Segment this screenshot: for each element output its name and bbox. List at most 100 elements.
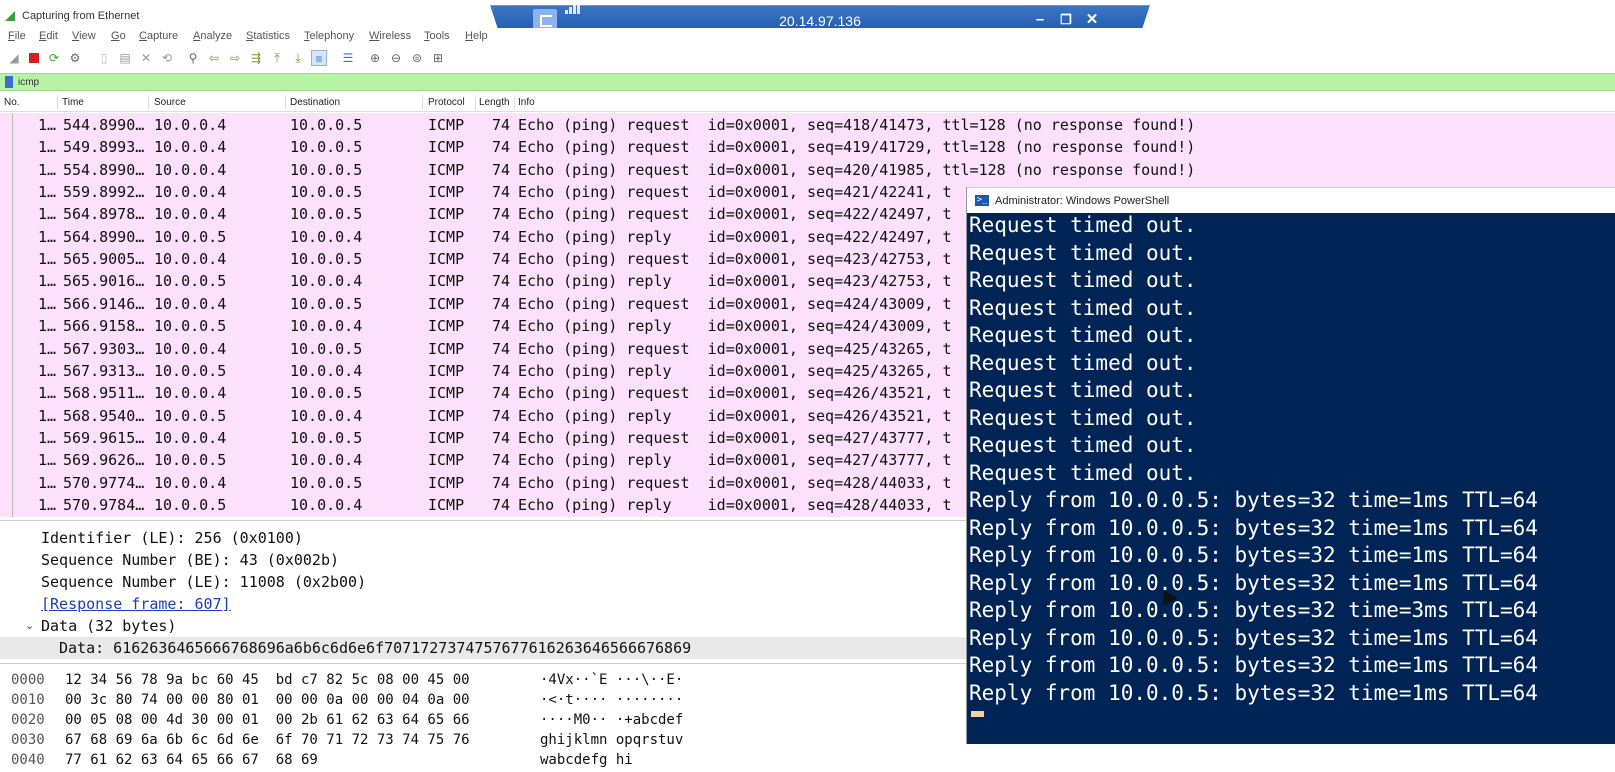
minimize-button[interactable]: –	[1029, 10, 1051, 30]
menu-tools[interactable]: Tools	[424, 30, 450, 42]
console-output-line: Request timed out.	[969, 240, 1197, 265]
menu-help[interactable]: Help	[465, 30, 488, 42]
packet-time: 567.9313…	[63, 361, 145, 380]
packet-protocol: ICMP	[428, 294, 465, 313]
go-to-packet-icon[interactable]: ⇶	[248, 50, 264, 66]
detail-data-value[interactable]: Data: 6162636465666768696a6b6c6d6e6f7071…	[59, 639, 691, 657]
column-no[interactable]: No.	[4, 97, 20, 108]
reload-file-icon[interactable]: ⟲	[159, 50, 175, 66]
packet-info: Echo (ping) reply id=0x0001, seq=425/432…	[518, 361, 952, 380]
hex-ascii[interactable]: ghijklmn opqrstuv	[540, 732, 683, 748]
hex-bytes[interactable]: 67 68 69 6a 6b 6c 6d 6e 6f 70 71 72 73 7…	[65, 732, 470, 748]
save-file-icon[interactable]: ▤	[117, 50, 133, 66]
packet-number: 1…	[38, 205, 57, 224]
zoom-in-icon[interactable]: ⊕	[367, 50, 383, 66]
powershell-console[interactable]: Request timed out. Request timed out. Requ…	[967, 213, 1615, 744]
column-destination[interactable]: Destination	[290, 97, 340, 108]
menu-statistics[interactable]: Statistics	[246, 30, 290, 42]
restore-button[interactable]: ❐	[1055, 10, 1077, 30]
hex-bytes[interactable]: 00 3c 80 74 00 00 80 01 00 00 0a 00 00 0…	[65, 692, 470, 708]
menu-go[interactable]: Go	[111, 30, 126, 42]
menu-analyze[interactable]: Analyze	[193, 30, 232, 42]
packet-destination: 10.0.0.4	[290, 451, 363, 470]
packet-info: Echo (ping) reply id=0x0001, seq=424/430…	[518, 317, 952, 336]
column-time[interactable]: Time	[62, 97, 84, 108]
detail-data-header[interactable]: Data (32 bytes)	[41, 617, 176, 635]
powershell-window[interactable]: >_ Administrator: Windows PowerShell Req…	[966, 187, 1615, 744]
menu-capture[interactable]: Capture	[139, 30, 178, 42]
menu-view[interactable]: View	[72, 30, 96, 42]
stop-capture-icon[interactable]	[26, 50, 42, 66]
restart-capture-icon[interactable]: ⟳	[46, 50, 62, 66]
close-file-icon[interactable]: ✕	[138, 50, 154, 66]
column-source[interactable]: Source	[154, 97, 186, 108]
chevron-down-icon[interactable]: ⌄	[25, 619, 34, 632]
packet-number: 1…	[38, 317, 57, 336]
column-length[interactable]: Length	[479, 97, 510, 108]
packet-time: 565.9016…	[63, 272, 145, 291]
column-info[interactable]: Info	[518, 97, 535, 108]
powershell-title-bar[interactable]: >_ Administrator: Windows PowerShell	[967, 187, 1615, 213]
packet-length: 74	[492, 227, 511, 246]
packet-number: 1…	[38, 294, 57, 313]
packet-time: 568.9511…	[63, 384, 145, 403]
packet-row[interactable]: 1… 549.8993… 10.0.0.4 10.0.0.5 ICMP 74 Echo (p…	[0, 136, 1615, 158]
autoscroll-icon[interactable]: ≡	[311, 50, 327, 66]
console-output-line: Request timed out.	[969, 323, 1197, 347]
console-output-line: Reply from 10.0.0.5: bytes=32 time=1ms T…	[969, 653, 1538, 677]
hex-ascii[interactable]: wabcdefg hi	[540, 752, 633, 768]
packet-number: 1…	[38, 183, 57, 202]
console-cursor	[971, 711, 984, 717]
first-packet-icon[interactable]: ⤒	[269, 50, 285, 66]
packet-source: 10.0.0.4	[154, 384, 227, 403]
detail-identifier[interactable]: Identifier (LE): 256 (0x0100)	[41, 529, 303, 547]
packet-destination: 10.0.0.5	[290, 138, 363, 157]
console-output-line: Request timed out.	[969, 213, 1197, 237]
response-frame-link[interactable]: [Response frame: 607]	[41, 595, 231, 613]
normal-size-icon[interactable]: ⊜	[409, 50, 425, 66]
packet-source: 10.0.0.5	[154, 495, 227, 514]
close-button[interactable]: ✕	[1081, 10, 1103, 30]
go-forward-icon[interactable]: ⇨	[227, 50, 243, 66]
packet-protocol: ICMP	[428, 451, 465, 470]
bookmark-icon[interactable]	[5, 76, 13, 88]
detail-sequence-be[interactable]: Sequence Number (BE): 43 (0x002b)	[41, 551, 339, 569]
zoom-out-icon[interactable]: ⊖	[388, 50, 404, 66]
go-back-icon[interactable]: ⇦	[206, 50, 222, 66]
capture-options-icon[interactable]: ⚙	[67, 50, 83, 66]
menu-telephony[interactable]: Telephony	[304, 30, 354, 42]
column-protocol[interactable]: Protocol	[428, 97, 465, 108]
powershell-title: Administrator: Windows PowerShell	[995, 195, 1170, 207]
packet-protocol: ICMP	[428, 160, 465, 179]
colorize-icon[interactable]: ☰	[340, 50, 356, 66]
packet-info: Echo (ping) request id=0x0001, seq=425/4…	[518, 339, 952, 358]
hex-bytes[interactable]: 12 34 56 78 9a bc 60 45 bd c7 82 5c 08 0…	[65, 672, 470, 688]
packet-number: 1…	[38, 473, 57, 492]
hex-bytes[interactable]: 00 05 08 00 4d 30 00 01 00 2b 61 62 63 6…	[65, 712, 470, 728]
start-capture-icon[interactable]: ◢	[6, 50, 22, 66]
find-packet-icon[interactable]: ⚲	[185, 50, 201, 66]
packet-number: 1…	[38, 339, 57, 358]
hex-bytes[interactable]: 77 61 62 63 64 65 66 67 68 69	[65, 752, 318, 768]
packet-info: Echo (ping) request id=0x0001, seq=422/4…	[518, 205, 952, 224]
menu-wireless[interactable]: Wireless	[369, 30, 411, 42]
packet-length: 74	[492, 384, 511, 403]
packet-info: Echo (ping) request id=0x0001, seq=418/4…	[518, 116, 1196, 134]
resize-columns-icon[interactable]: ⊞	[430, 50, 446, 66]
packet-row[interactable]: 1… 554.8990… 10.0.0.4 10.0.0.5 ICMP 74 Echo (p…	[0, 159, 1615, 181]
hex-ascii[interactable]: ····M0·· ·+abcdef	[540, 712, 683, 728]
packet-protocol: ICMP	[428, 205, 465, 224]
packet-destination: 10.0.0.5	[290, 339, 363, 358]
packet-info: Echo (ping) request id=0x0001, seq=426/4…	[518, 384, 952, 403]
hex-ascii[interactable]: ·4Vx··`E ···\··E·	[540, 672, 683, 688]
last-packet-icon[interactable]: ⤓	[290, 50, 306, 66]
menu-file[interactable]: File	[8, 30, 26, 42]
menu-edit[interactable]: Edit	[39, 30, 58, 42]
open-file-icon[interactable]: ▯	[96, 50, 112, 66]
detail-sequence-le[interactable]: Sequence Number (LE): 11008 (0x2b00)	[41, 573, 366, 591]
packet-row[interactable]: 1… 544.8990… 10.0.0.4 10.0.0.5 ICMP 74 Echo (p…	[0, 114, 1615, 136]
hex-ascii[interactable]: ·<·t···· ········	[540, 692, 683, 708]
packet-list-header: No. Time Source Destination Protocol Len…	[0, 93, 1615, 112]
display-filter-input[interactable]	[18, 75, 1598, 89]
packet-number: 1…	[38, 138, 57, 157]
